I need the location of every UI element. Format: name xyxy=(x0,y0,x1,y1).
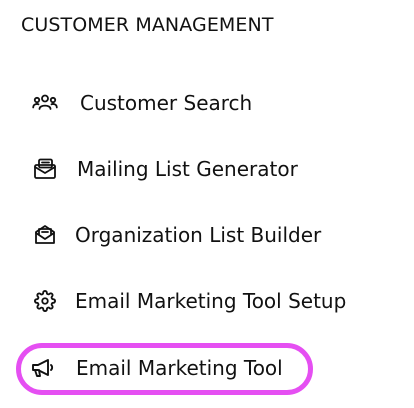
menu-item-label: Customer Search xyxy=(80,91,253,115)
menu-item-label: Mailing List Generator xyxy=(77,157,298,181)
megaphone-icon xyxy=(30,355,56,381)
gear-icon xyxy=(32,288,58,314)
menu-item-mailing-list-generator[interactable]: Mailing List Generator xyxy=(32,149,298,189)
users-group-icon xyxy=(32,90,58,116)
menu-item-label: Email Marketing Tool Setup xyxy=(75,289,347,313)
mail-stack-icon xyxy=(32,156,58,182)
menu-item-organization-list-builder[interactable]: Organization List Builder xyxy=(32,215,321,255)
menu-item-label: Email Marketing Tool xyxy=(76,356,283,380)
menu-item-email-marketing-tool[interactable]: Email Marketing Tool xyxy=(30,348,283,388)
customer-management-menu: CUSTOMER MANAGEMENT Customer Search Mail… xyxy=(0,0,414,408)
menu-item-email-marketing-tool-setup[interactable]: Email Marketing Tool Setup xyxy=(32,281,346,321)
menu-item-label: Organization List Builder xyxy=(75,223,322,247)
envelope-open-icon xyxy=(32,222,58,248)
section-title: CUSTOMER MANAGEMENT xyxy=(21,14,274,36)
menu-item-customer-search[interactable]: Customer Search xyxy=(32,83,252,123)
